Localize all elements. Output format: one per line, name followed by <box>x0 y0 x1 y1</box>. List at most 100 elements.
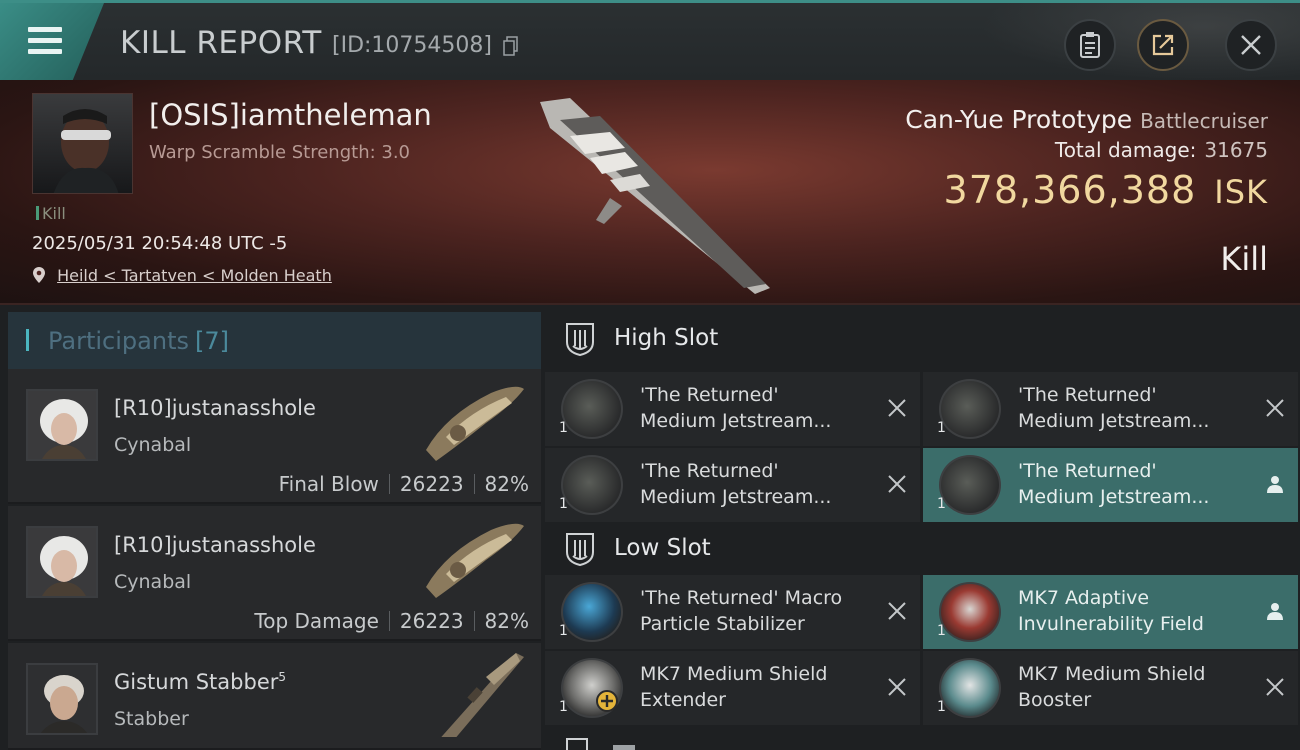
low-slot-header: Low Slot <box>545 515 1300 583</box>
hamburger-menu-icon <box>28 27 62 55</box>
dropped-person-icon <box>1267 603 1283 620</box>
clipboard-button[interactable] <box>1064 19 1116 71</box>
kill-result: Kill <box>1220 240 1268 278</box>
participant-percent: 82% <box>484 472 529 496</box>
module-name: 'The Returned' Medium Jetstream... <box>640 460 832 508</box>
module-slot[interactable]: 1 'The Returned' Medium Jetstream... <box>923 372 1298 446</box>
participant-role: Top Damage <box>254 609 379 633</box>
participant-percent: 82% <box>484 609 529 633</box>
jetstream-module-icon <box>561 379 623 439</box>
module-name: MK7 Adaptive Invulnerability Field <box>1018 587 1204 635</box>
participant-card[interactable]: [R10]justanasshole Cynabal Final Blow 262… <box>8 369 541 504</box>
jetstream-module-icon <box>939 455 1001 515</box>
module-name: MK7 Medium Shield Booster <box>1018 663 1206 711</box>
participant-stats: Top Damage 26223 82% <box>254 609 529 633</box>
close-icon <box>1241 35 1261 55</box>
avatar <box>26 663 98 735</box>
participant-ship-image <box>426 523 524 598</box>
particle-stabilizer-icon <box>561 582 623 642</box>
participant-damage: 26223 <box>399 609 464 633</box>
module-slot[interactable]: 1 MK7 Medium Shield Booster <box>923 651 1298 725</box>
participant-ship: Cynabal <box>114 434 192 456</box>
ship-name: Can-Yue Prototype <box>905 105 1133 134</box>
location-link[interactable]: Heild < Tartatven < Molden Heath <box>57 266 332 285</box>
page-title: KILL REPORT <box>120 25 322 61</box>
total-damage-value: 31675 <box>1204 138 1268 162</box>
ship-class: Battlecruiser <box>1140 109 1268 133</box>
kill-location[interactable]: Heild < Tartatven < Molden Heath <box>32 266 332 285</box>
participant-name: [R10]justanasshole <box>114 533 316 557</box>
participant-card[interactable]: [R10]justanasshole Cynabal Top Damage 262… <box>8 506 541 641</box>
module-name: 'The Returned' Medium Jetstream... <box>1018 460 1210 508</box>
jetstream-module-icon <box>939 379 1001 439</box>
module-slot[interactable]: 1 'The Returned' Medium Jetstream... <box>545 372 920 446</box>
module-qty: 1 <box>559 420 568 436</box>
victim-name: [OSIS]iamtheleman <box>149 98 432 132</box>
kill-tag: Kill <box>36 204 66 223</box>
module-qty: 1 <box>937 699 946 715</box>
participant-stats: Final Blow 26223 82% <box>279 472 529 496</box>
copy-icon[interactable] <box>503 36 519 56</box>
menu-button[interactable] <box>0 3 104 80</box>
close-button[interactable] <box>1225 19 1277 71</box>
high-slot-header: High Slot <box>545 305 1300 373</box>
module-name: 'The Returned' Macro Particle Stabilizer <box>640 587 843 635</box>
module-qty: 1 <box>937 420 946 436</box>
victim-portrait[interactable] <box>32 93 133 194</box>
participant-damage: 26223 <box>399 472 464 496</box>
shield-booster-icon <box>939 658 1001 718</box>
destroyed-icon <box>1266 399 1284 417</box>
module-slot[interactable]: 1 'The Returned' Macro Particle Stabilize… <box>545 575 920 649</box>
kill-report-header: KILL REPORT [ID:10754508] <box>0 0 1300 81</box>
victim-ship: Can-Yue Prototype Battlecruiser <box>905 105 1268 134</box>
invulnerability-field-icon <box>939 582 1001 642</box>
victim-banner: [OSIS]iamtheleman Warp Scramble Strength… <box>0 80 1300 305</box>
warp-scramble-strength: Warp Scramble Strength: 3.0 <box>149 142 411 163</box>
participant-name: Gistum Stabber5 <box>114 670 287 694</box>
destroyed-icon <box>1266 678 1284 696</box>
destroyed-icon <box>888 475 906 493</box>
module-qty: 1 <box>559 496 568 512</box>
jetstream-module-icon <box>561 455 623 515</box>
clipboard-icon <box>1080 32 1100 58</box>
module-slot[interactable]: 1 MK7 Medium Shield Extender <box>545 651 920 725</box>
isk-value: 378,366,388 ISK <box>943 168 1268 212</box>
participant-role: Final Blow <box>278 472 379 496</box>
module-qty: 1 <box>937 623 946 639</box>
module-name: 'The Returned' Medium Jetstream... <box>640 384 832 432</box>
module-qty: 1 <box>559 699 568 715</box>
participants-count: [7] <box>194 327 229 355</box>
module-slot[interactable]: 1 MK7 Adaptive Invulnerability Field <box>923 575 1298 649</box>
module-name: 'The Returned' Medium Jetstream... <box>1018 384 1210 432</box>
participant-ship-image <box>441 653 524 737</box>
participant-ship-image <box>426 386 524 461</box>
dropped-person-icon <box>1267 476 1283 493</box>
destroyed-icon <box>888 399 906 417</box>
report-id: [ID:10754508] <box>332 33 492 58</box>
participants-header[interactable]: Participants [7] <box>8 312 541 370</box>
mid-slot-header-partial <box>566 738 635 750</box>
share-button[interactable] <box>1137 19 1189 71</box>
destroyed-icon <box>888 678 906 696</box>
share-icon <box>1152 34 1174 56</box>
participant-ship: Cynabal <box>114 571 192 593</box>
module-name: MK7 Medium Shield Extender <box>640 663 828 711</box>
kill-datetime: 2025/05/31 20:54:48 UTC -5 <box>32 233 288 254</box>
high-slot-icon <box>566 323 594 356</box>
total-damage: Total damage: 31675 <box>1054 138 1268 162</box>
participant-card[interactable]: Gistum Stabber5 Stabber <box>8 643 541 750</box>
participant-name: [R10]justanasshole <box>114 396 316 420</box>
low-slot-icon <box>566 533 594 566</box>
module-slot[interactable]: 1 'The Returned' Medium Jetstream... <box>545 448 920 522</box>
avatar <box>26 389 98 461</box>
participant-ship: Stabber <box>114 708 189 730</box>
participants-panel: Participants [7] [R10]justanasshole Cynab… <box>0 305 545 750</box>
avatar <box>26 526 98 598</box>
plus-badge-icon <box>596 690 618 712</box>
module-qty: 1 <box>937 496 946 512</box>
pilot-avatar-image <box>53 109 119 193</box>
destroyed-icon <box>888 602 906 620</box>
module-slot[interactable]: 1 'The Returned' Medium Jetstream... <box>923 448 1298 522</box>
victim-ship-image <box>540 98 770 294</box>
fitting-panel: High Slot 1 'The Returned' Medium Jetstre… <box>545 305 1300 750</box>
